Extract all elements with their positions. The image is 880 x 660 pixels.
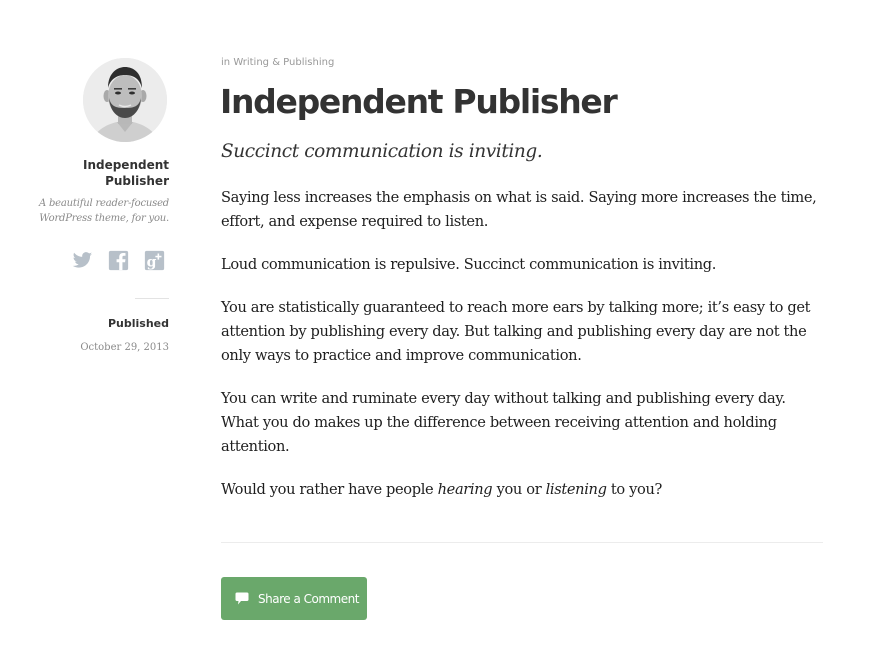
post-category: in Writing & Publishing <box>221 56 334 69</box>
paragraph-text: you or <box>492 481 546 498</box>
post-content: Saying less increases the emphasis on wh… <box>221 186 823 521</box>
category-link[interactable]: Writing & Publishing <box>233 57 334 68</box>
paragraph: You are statistically guaranteed to reac… <box>221 299 811 364</box>
site-description: A beautiful reader-focused WordPress the… <box>38 198 169 224</box>
post-divider <box>221 542 823 543</box>
social-links: g <box>72 250 165 271</box>
site-title[interactable]: Independent Publisher <box>20 157 169 189</box>
published-label: Published <box>107 317 169 330</box>
comment-icon <box>235 592 249 605</box>
share-comment-button[interactable]: Share a Comment <box>221 577 367 620</box>
twitter-link[interactable] <box>72 250 93 271</box>
paragraph: Would you rather have people hearing you… <box>221 478 823 502</box>
facebook-icon <box>108 250 129 271</box>
share-comment-label: Share a Comment <box>258 591 359 606</box>
sidebar-divider <box>135 298 169 299</box>
paragraph-text: to you? <box>606 481 662 498</box>
svg-text:g: g <box>147 255 157 271</box>
emphasis-hearing: hearing <box>437 481 493 498</box>
paragraph: You can write and ruminate every day wit… <box>221 390 786 455</box>
paragraph: Saying less increases the emphasis on wh… <box>221 189 817 230</box>
post-title: Independent Publisher <box>220 82 618 121</box>
paragraph-text: Would you rather have people <box>221 481 438 498</box>
google-plus-link[interactable]: g <box>144 250 165 271</box>
google-plus-icon: g <box>144 250 165 271</box>
facebook-link[interactable] <box>108 250 129 271</box>
avatar-image <box>83 58 167 142</box>
author-avatar[interactable] <box>83 58 167 142</box>
paragraph: Loud communication is repulsive. Succinc… <box>221 256 717 273</box>
twitter-icon <box>72 252 93 268</box>
published-date[interactable]: October 29, 2013 <box>80 341 169 355</box>
category-prefix: in <box>221 57 231 68</box>
emphasis-listening: listening <box>545 481 607 498</box>
post-subtitle: Succinct communication is inviting. <box>221 141 543 162</box>
